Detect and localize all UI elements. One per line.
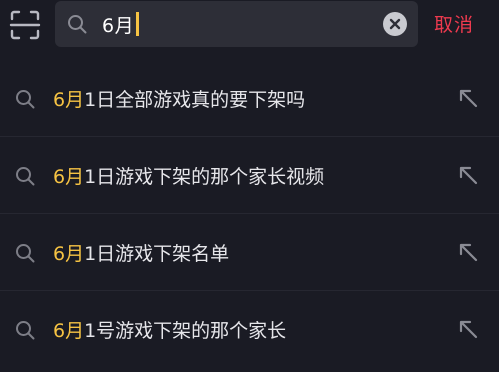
search-icon [14, 165, 36, 187]
search-icon [14, 242, 36, 264]
suggestion-text: 6月 1日全部游戏真的要下架吗 [53, 82, 305, 114]
search-query: 6月 [102, 14, 135, 37]
suggestion-highlight: 6月 [53, 242, 85, 265]
suggestion-highlight: 6月 [53, 88, 85, 111]
suggestion-text: 6月 1日游戏下架名单 [53, 236, 229, 268]
suggestion-rest: 1日游戏下架名单 [84, 242, 230, 265]
arrow-up-left-icon[interactable] [455, 316, 481, 342]
suggestion-list: 6月 1日全部游戏真的要下架吗 6月 1日游戏下架的那个家长视频 6月 1日游戏… [0, 60, 499, 368]
arrow-up-left-icon[interactable] [455, 85, 481, 111]
arrow-up-left-icon[interactable] [455, 239, 481, 265]
search-icon [14, 319, 36, 341]
suggestion-text: 6月 1日游戏下架的那个家长视频 [53, 159, 324, 191]
scan-icon[interactable] [9, 9, 41, 41]
suggestion-item[interactable]: 6月 1日全部游戏真的要下架吗 [0, 60, 499, 137]
suggestion-rest: 1日游戏下架的那个家长视频 [84, 165, 325, 188]
search-icon [14, 88, 36, 110]
search-screen: 6月 取消 6月 1日全部游戏真的要下架吗 6月 1日游戏下架的那个家长视频 6… [0, 0, 499, 372]
search-top-bar: 6月 取消 [0, 0, 499, 52]
search-input[interactable]: 6月 [102, 8, 140, 40]
suggestion-rest: 1号游戏下架的那个家长 [84, 319, 287, 342]
suggestion-text: 6月 1号游戏下架的那个家长 [53, 313, 286, 345]
arrow-up-left-icon[interactable] [455, 162, 481, 188]
suggestion-highlight: 6月 [53, 319, 85, 342]
suggestion-highlight: 6月 [53, 165, 85, 188]
suggestion-item[interactable]: 6月 1号游戏下架的那个家长 [0, 291, 499, 368]
clear-icon[interactable] [383, 12, 407, 36]
suggestion-item[interactable]: 6月 1日游戏下架的那个家长视频 [0, 137, 499, 214]
search-box[interactable]: 6月 [55, 1, 418, 47]
search-icon [66, 13, 88, 35]
suggestion-item[interactable]: 6月 1日游戏下架名单 [0, 214, 499, 291]
suggestion-rest: 1日全部游戏真的要下架吗 [84, 88, 306, 111]
text-caret [136, 12, 140, 36]
cancel-button[interactable]: 取消 [434, 7, 474, 39]
